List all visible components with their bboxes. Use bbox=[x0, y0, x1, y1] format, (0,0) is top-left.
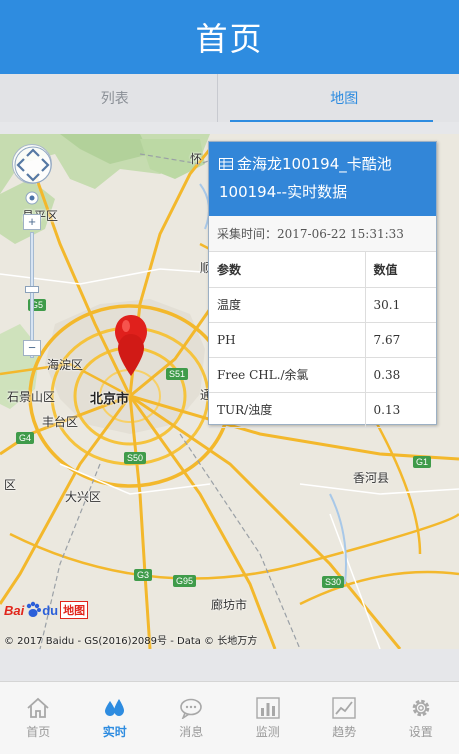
tabbar-item-trend[interactable]: 趋势 bbox=[306, 682, 383, 754]
tabbar-label: 设置 bbox=[408, 724, 433, 739]
map-label-fengtai: 丰台区 bbox=[42, 415, 79, 429]
pan-arrows-icon bbox=[14, 146, 52, 184]
highway-shield-g95: G95 bbox=[173, 575, 197, 587]
realtime-data-table: 参数 数值 温度 30.1 PH 7.67 Free CHL./余氯 0.38 … bbox=[209, 252, 436, 428]
header-bar: 首页 bbox=[0, 0, 459, 74]
table-row: 温度 30.1 bbox=[209, 287, 436, 323]
map-label-xianghe: 香河县 bbox=[353, 471, 390, 485]
highway-shield-g4: G4 bbox=[16, 432, 35, 444]
chat-icon bbox=[180, 698, 203, 719]
map-label-qu: 区 bbox=[4, 478, 17, 492]
app-root: 首页 列表 地图 怀 顺 海淀区 石景山区 北京市 丰台区 大兴区 廊坊市 香河… bbox=[0, 0, 459, 754]
highway-shield-g1: G1 bbox=[413, 456, 432, 468]
water-drops-icon bbox=[104, 698, 124, 716]
station-name: 金海龙100194_卡酷池 bbox=[237, 155, 392, 173]
table-icon bbox=[219, 158, 233, 170]
param-name: PH bbox=[209, 322, 366, 358]
column-header-value: 数值 bbox=[365, 252, 436, 288]
param-value: 0.38 bbox=[365, 357, 436, 393]
map-label-daxing: 大兴区 bbox=[65, 490, 102, 504]
map-copyright: © 2017 Baidu - GS(2016)2089号 - Data © 长地… bbox=[4, 636, 258, 647]
highway-shield-g3: G3 bbox=[134, 569, 153, 581]
param-name: 温度 bbox=[209, 287, 366, 323]
locate-icon[interactable] bbox=[24, 190, 40, 206]
tab-list[interactable]: 列表 bbox=[0, 74, 230, 122]
param-value: 0.13 bbox=[365, 392, 436, 428]
param-name: Free CHL./余氯 bbox=[209, 357, 366, 393]
trend-icon bbox=[332, 696, 356, 719]
tabbar-item-settings[interactable]: 设置 bbox=[383, 682, 459, 754]
map-pan-control[interactable] bbox=[12, 144, 52, 184]
collection-time-value: 2017-06-22 15:31:33 bbox=[277, 227, 404, 241]
column-header-param: 参数 bbox=[209, 252, 366, 288]
param-value: 30.1 bbox=[365, 287, 436, 323]
highway-shield-s50: S50 bbox=[124, 452, 147, 464]
page-title: 首页 bbox=[195, 20, 264, 58]
home-icon bbox=[27, 697, 49, 718]
zoom-out-button[interactable]: − bbox=[23, 340, 41, 356]
tabbar-label: 实时 bbox=[102, 724, 127, 739]
bottom-tab-bar: 首页 实时 消息 监测 趋势 设置 bbox=[0, 681, 459, 754]
table-row: PH 7.67 bbox=[209, 322, 436, 358]
collection-time-label: 采集时间： bbox=[217, 227, 278, 241]
table-row: TUR/浊度 0.13 bbox=[209, 392, 436, 428]
tabbar-item-realtime[interactable]: 实时 bbox=[77, 682, 154, 754]
map-label-langfang: 廊坊市 bbox=[211, 598, 248, 612]
tabbar-label: 消息 bbox=[179, 724, 204, 739]
tab-map[interactable]: 地图 bbox=[229, 74, 459, 122]
location-marker-icon[interactable] bbox=[113, 314, 149, 380]
station-info-window: 金海龙100194_卡酷池 100194--实时数据 采集时间：2017-06-… bbox=[208, 141, 437, 428]
map-zoom-control: + − bbox=[23, 190, 41, 360]
tabbar-item-messages[interactable]: 消息 bbox=[153, 682, 230, 754]
view-tabs: 列表 地图 bbox=[0, 74, 459, 122]
param-value: 7.67 bbox=[365, 322, 436, 358]
map-label-haidian: 海淀区 bbox=[47, 358, 84, 372]
map-label-beijing: 北京市 bbox=[90, 392, 130, 407]
info-window-header: 金海龙100194_卡酷池 100194--实时数据 bbox=[209, 142, 436, 216]
highway-shield-s30: S30 bbox=[322, 576, 345, 588]
station-subtitle: 100194--实时数据 bbox=[219, 183, 348, 201]
baidu-paw-icon bbox=[27, 601, 42, 617]
tabbar-label: 首页 bbox=[26, 724, 51, 739]
param-name: TUR/浊度 bbox=[209, 392, 366, 428]
tab-divider bbox=[217, 74, 218, 122]
baidu-map-logo: Bai du 地图 bbox=[4, 601, 89, 619]
map-label-shijingshan: 石景山区 bbox=[7, 390, 56, 404]
collection-time: 采集时间：2017-06-22 15:31:33 bbox=[209, 216, 436, 252]
table-header-row: 参数 数值 bbox=[209, 252, 436, 288]
zoom-in-button[interactable]: + bbox=[23, 214, 41, 230]
tabbar-label: 趋势 bbox=[332, 724, 357, 739]
table-row: Free CHL./余氯 0.38 bbox=[209, 357, 436, 393]
tabbar-label: 监测 bbox=[255, 724, 280, 739]
tabbar-item-home[interactable]: 首页 bbox=[0, 682, 77, 754]
zoom-slider-handle[interactable] bbox=[25, 286, 39, 293]
map-view[interactable]: 怀 昌平区 顺 海淀区 石景山区 北京市 丰台区 大兴区 廊坊市 香河县 通 区… bbox=[0, 134, 459, 649]
tabbar-item-monitor[interactable]: 监测 bbox=[230, 682, 307, 754]
gear-icon bbox=[412, 699, 430, 716]
highway-shield-s51: S51 bbox=[166, 368, 189, 380]
bar-chart-icon bbox=[256, 696, 280, 719]
map-label-huairou: 怀 bbox=[190, 152, 203, 166]
